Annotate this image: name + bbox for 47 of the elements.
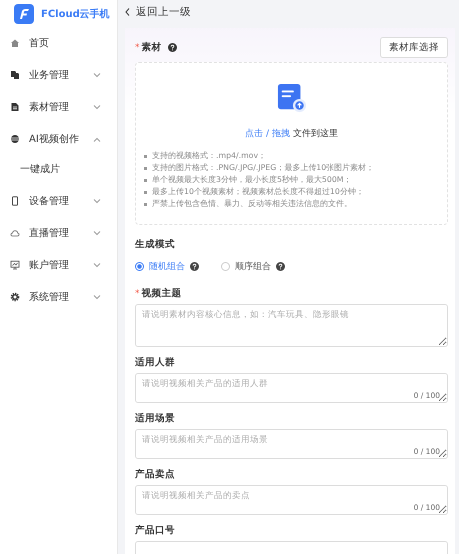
nav-item[interactable]: 账户管理	[0, 249, 117, 281]
globe-icon	[10, 134, 20, 144]
help-icon	[168, 43, 176, 52]
back-icon	[125, 8, 130, 16]
nav-subitem[interactable]: 一键成片	[0, 155, 117, 185]
brand-name: FCloud云手机	[41, 8, 110, 20]
home-icon	[10, 38, 20, 48]
bullet-icon	[144, 190, 147, 194]
field-label: 适用人群	[135, 356, 175, 369]
help-icon	[276, 262, 285, 271]
field-label: 产品口号	[135, 524, 175, 537]
radio-button[interactable]	[135, 262, 144, 271]
field-label: 产品卖点	[135, 468, 175, 481]
field-label: 适用场景	[135, 412, 175, 425]
required-mark: *	[135, 288, 140, 298]
bullet-icon	[144, 154, 147, 158]
bullet-icon	[144, 202, 147, 206]
doc-icon	[10, 70, 20, 80]
bullet-icon	[144, 178, 147, 182]
monitor-icon	[10, 260, 20, 270]
nav-item[interactable]: 业务管理	[0, 59, 117, 91]
text-area[interactable]: 请说明素材内容核心信息，如：汽车玩具、隐形眼镜	[135, 304, 448, 347]
file-icon	[10, 102, 20, 112]
field-label: 视频主题	[142, 287, 182, 300]
nav-item[interactable]: 直播管理	[0, 217, 117, 249]
nav-item[interactable]: 首页	[0, 27, 117, 59]
bullet-icon	[144, 166, 147, 170]
logo-icon	[14, 4, 34, 24]
field-label: 素材	[142, 41, 162, 54]
settings-icon	[10, 292, 20, 302]
nav-item[interactable]: 系统管理	[0, 281, 117, 313]
radio-label[interactable]: 顺序组合	[235, 260, 271, 273]
phone-icon	[10, 196, 20, 206]
upload-icon	[276, 83, 306, 113]
required-mark: *	[135, 42, 140, 52]
upload-hint: 文件到这里	[292, 128, 338, 140]
library-button[interactable]: 素材库选择	[380, 37, 448, 58]
help-icon	[190, 262, 199, 271]
radio-label[interactable]: 随机组合	[149, 260, 185, 273]
back-link[interactable]: 返回上一级	[125, 0, 191, 24]
nav-item[interactable]: 素材管理	[0, 91, 117, 123]
upload-link[interactable]: 点击 / 拖拽	[245, 127, 290, 140]
field-label: 生成模式	[135, 238, 176, 251]
radio-button[interactable]	[221, 262, 230, 271]
cloud-icon	[10, 228, 20, 238]
nav-item[interactable]: AI视频创作	[0, 123, 117, 155]
nav-item[interactable]: 设备管理	[0, 185, 117, 217]
